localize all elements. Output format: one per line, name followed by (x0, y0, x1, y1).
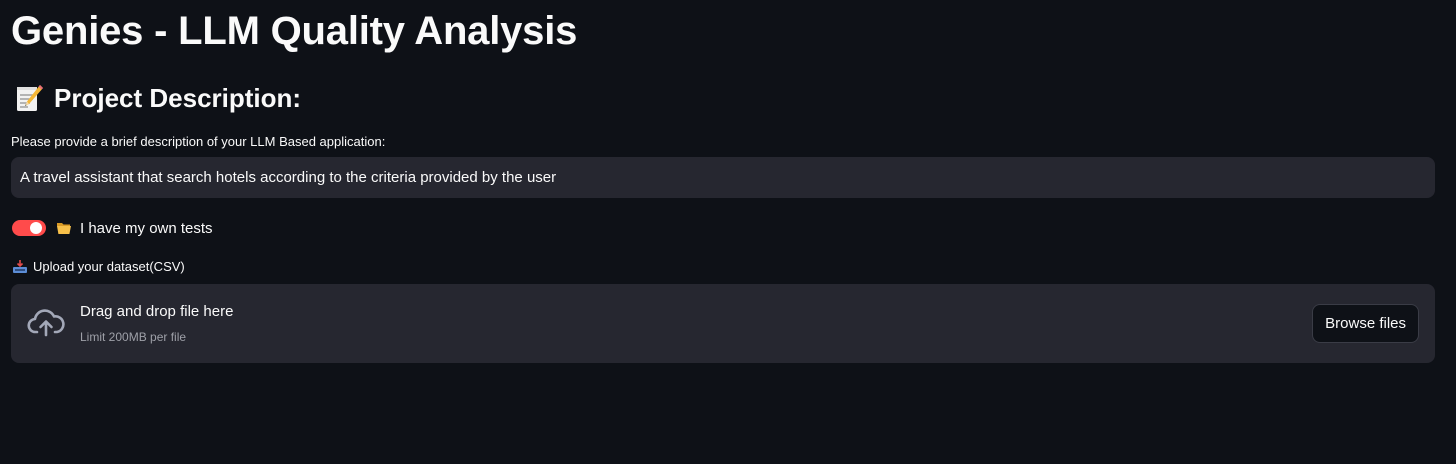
inbox-tray-icon (13, 259, 27, 273)
upload-label-text: Upload your dataset(CSV) (33, 259, 185, 274)
section-heading-project-description: Project Description: (14, 80, 301, 116)
description-input[interactable] (11, 157, 1435, 198)
dropzone-limit: Limit 200MB per file (80, 330, 187, 344)
section-heading-text: Project Description: (54, 82, 302, 113)
own-tests-label-text: I have my own tests (80, 219, 213, 237)
page-title: Genies - LLM Quality Analysis (11, 9, 578, 53)
upload-dataset-label: Upload your dataset(CSV) (12, 259, 185, 274)
memo-icon (17, 85, 43, 111)
file-dropzone[interactable]: Drag and drop file here Limit 200MB per … (11, 284, 1435, 363)
browse-files-button[interactable]: Browse files (1312, 304, 1419, 343)
toggle-knob (30, 222, 42, 234)
own-tests-toggle-row: I have my own tests (12, 216, 213, 240)
own-tests-toggle[interactable] (12, 220, 46, 236)
page: Genies - LLM Quality Analysis Project De… (0, 0, 1456, 464)
dropzone-title: Drag and drop file here (80, 303, 234, 320)
open-folder-icon (57, 223, 71, 234)
own-tests-toggle-label[interactable]: I have my own tests (56, 220, 213, 237)
cloud-upload-icon (27, 309, 65, 337)
description-field-label: Please provide a brief description of yo… (11, 134, 386, 149)
